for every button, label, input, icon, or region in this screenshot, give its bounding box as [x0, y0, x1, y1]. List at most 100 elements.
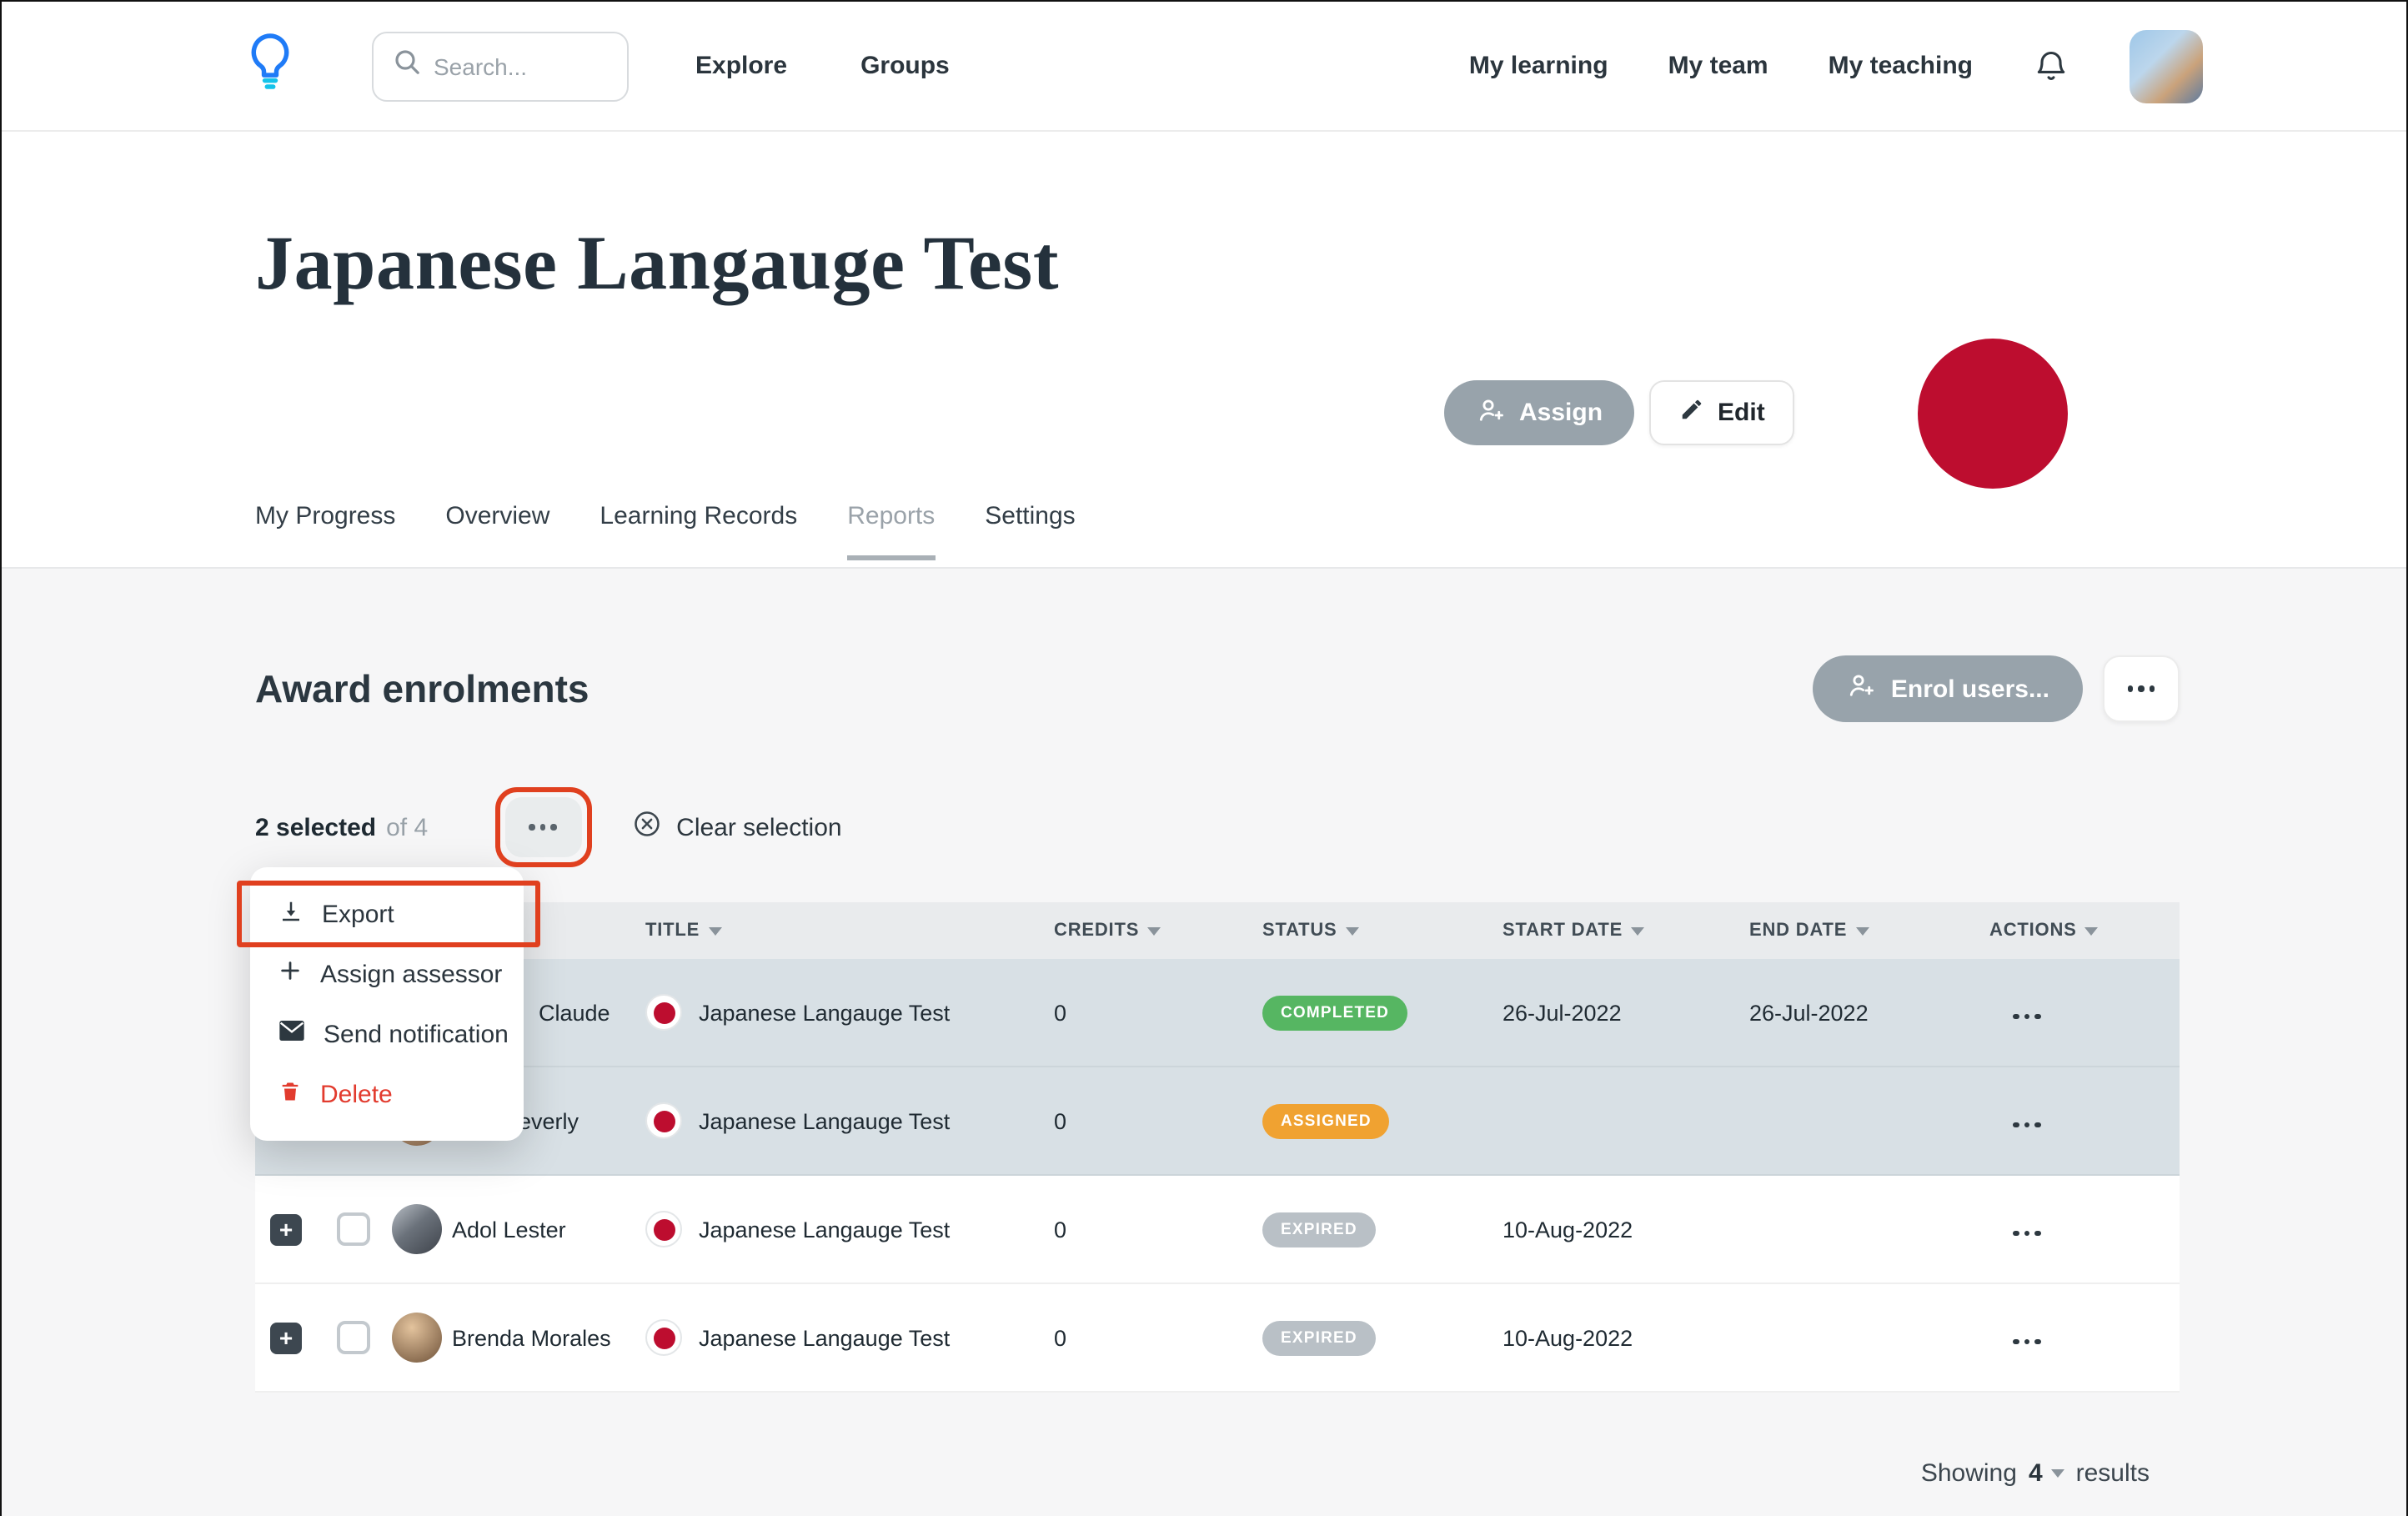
results-count: 4	[2029, 1459, 2043, 1488]
row-checkbox[interactable]	[337, 1321, 370, 1354]
menu-item-send-notification[interactable]: Send notification	[250, 1004, 524, 1064]
column-header-start-date[interactable]: START DATE	[1499, 921, 1746, 941]
cell-status: EXPIRED	[1259, 1320, 1499, 1355]
status-badge: EXPIRED	[1262, 1212, 1376, 1247]
download-icon	[278, 898, 304, 930]
search-icon	[394, 48, 420, 83]
assign-button[interactable]: Assign	[1444, 380, 1634, 445]
column-header-actions[interactable]: ACTIONS	[1986, 921, 2183, 941]
expand-row-button[interactable]: +	[270, 1213, 302, 1245]
plus-icon	[278, 959, 302, 989]
section-header: Award enrolments Enrol users...	[255, 655, 2180, 722]
column-header-credits[interactable]: CREDITS	[1051, 921, 1259, 941]
row-actions-button[interactable]	[2013, 1338, 2040, 1344]
course-flag-icon	[645, 994, 682, 1031]
column-header-title[interactable]: TITLE	[642, 921, 1051, 941]
notifications-bell-icon[interactable]	[2033, 48, 2069, 84]
tab-reports[interactable]: Reports	[847, 502, 935, 560]
search-box[interactable]	[372, 31, 629, 101]
status-badge: EXPIRED	[1262, 1320, 1376, 1355]
menu-item-label: Send notification	[324, 1020, 509, 1048]
bulk-actions-button[interactable]	[504, 797, 581, 857]
trash-icon	[278, 1078, 302, 1110]
expand-row-button[interactable]: +	[270, 1322, 302, 1353]
results-count-dropdown[interactable]: 4	[2029, 1459, 2064, 1488]
header-actions: Assign Edit	[1444, 380, 1795, 445]
sort-caret-icon	[1631, 926, 1644, 935]
row-actions-button[interactable]	[2013, 1230, 2040, 1236]
enrol-users-button[interactable]: Enrol users...	[1813, 655, 2083, 722]
cell-title: Japanese Langauge Test	[642, 994, 1051, 1031]
tab-my-progress[interactable]: My Progress	[255, 502, 395, 560]
enrol-users-label: Enrol users...	[1891, 675, 2049, 703]
cell-status: COMPLETED	[1259, 995, 1499, 1030]
selection-count: 2 selected	[255, 813, 376, 841]
course-title: Japanese Langauge Test	[699, 1000, 950, 1025]
person-plus-icon	[1846, 670, 1876, 707]
user-avatar	[392, 1204, 442, 1254]
column-header-status[interactable]: STATUS	[1259, 921, 1499, 941]
clear-circle-x-icon	[631, 809, 661, 846]
chevron-down-icon	[2051, 1469, 2064, 1478]
section-more-button[interactable]	[2103, 655, 2180, 722]
course-flag-icon	[645, 1211, 682, 1247]
primary-nav: Explore Groups	[695, 52, 950, 80]
course-artwork-japan-flag	[1918, 339, 2068, 489]
row-checkbox[interactable]	[337, 1212, 370, 1246]
credits-value: 0	[1051, 1325, 1259, 1350]
menu-item-label: Delete	[320, 1080, 393, 1108]
selection-total: of 4	[386, 813, 428, 841]
bulk-actions-menu: Export Assign assessor Send notification	[250, 867, 524, 1141]
course-flag-icon	[645, 1102, 682, 1139]
nav-my-learning[interactable]: My learning	[1469, 52, 1608, 80]
course-title: Japanese Langauge Test	[699, 1325, 950, 1350]
lightbulb-icon	[245, 32, 295, 100]
search-input[interactable]	[434, 53, 607, 79]
clear-selection-button[interactable]: Clear selection	[631, 809, 841, 846]
end-date: 26-Jul-2022	[1746, 1000, 1986, 1025]
nav-my-teaching[interactable]: My teaching	[1829, 52, 1973, 80]
cell-actions	[1986, 997, 2183, 1027]
start-date: 26-Jul-2022	[1499, 1000, 1746, 1025]
cell-title: Japanese Langauge Test	[642, 1319, 1051, 1356]
cell-actions	[1986, 1214, 2183, 1244]
clear-selection-label: Clear selection	[676, 813, 841, 841]
edit-label: Edit	[1718, 399, 1765, 427]
credits-value: 0	[1051, 1108, 1259, 1133]
cell-actions	[1986, 1323, 2183, 1353]
start-date: 10-Aug-2022	[1499, 1325, 1746, 1350]
menu-item-export[interactable]: Export	[250, 884, 524, 944]
course-title: Japanese Langauge Test	[699, 1108, 950, 1133]
sort-caret-icon	[1147, 926, 1161, 935]
enrolments-table-area: Export Assign assessor Send notification	[255, 902, 2180, 1488]
row-actions-button[interactable]	[2013, 1013, 2040, 1019]
nav-my-team[interactable]: My team	[1668, 52, 1768, 80]
table-row: + Adol Lester Japanese Langauge Test 0 E…	[255, 1176, 2180, 1284]
user-name: Adol Lester	[452, 1217, 566, 1242]
tab-learning-records[interactable]: Learning Records	[599, 502, 797, 560]
nav-groups[interactable]: Groups	[860, 52, 950, 80]
sort-caret-icon	[2085, 926, 2099, 935]
top-navbar: Explore Groups My learning My team My te…	[2, 2, 2406, 132]
row-actions-button[interactable]	[2013, 1122, 2040, 1127]
page: Explore Groups My learning My team My te…	[0, 0, 2408, 1516]
course-flag-icon	[645, 1319, 682, 1356]
table-row: + Brenda Morales Japanese Langauge Test …	[255, 1284, 2180, 1393]
ellipsis-icon	[2128, 686, 2155, 692]
credits-value: 0	[1051, 1217, 1259, 1242]
tab-overview[interactable]: Overview	[445, 502, 549, 560]
cell-status: EXPIRED	[1259, 1212, 1499, 1247]
tab-settings[interactable]: Settings	[985, 502, 1075, 560]
profile-avatar[interactable]	[2130, 29, 2203, 103]
cell-status: ASSIGNED	[1259, 1103, 1499, 1138]
menu-item-delete[interactable]: Delete	[250, 1064, 524, 1124]
brand-logo[interactable]	[245, 32, 295, 100]
edit-button[interactable]: Edit	[1649, 380, 1795, 445]
table-header-row: TITLE CREDITS STATUS START DATE END DATE…	[255, 902, 2180, 959]
selection-toolbar: 2 selected of 4 Clear selection	[255, 796, 2180, 859]
nav-explore[interactable]: Explore	[695, 52, 787, 80]
menu-item-label: Export	[322, 900, 394, 928]
column-header-end-date[interactable]: END DATE	[1746, 921, 1986, 941]
menu-item-assign-assessor[interactable]: Assign assessor	[250, 944, 524, 1004]
table-footer: Showing 4 results	[255, 1459, 2180, 1488]
